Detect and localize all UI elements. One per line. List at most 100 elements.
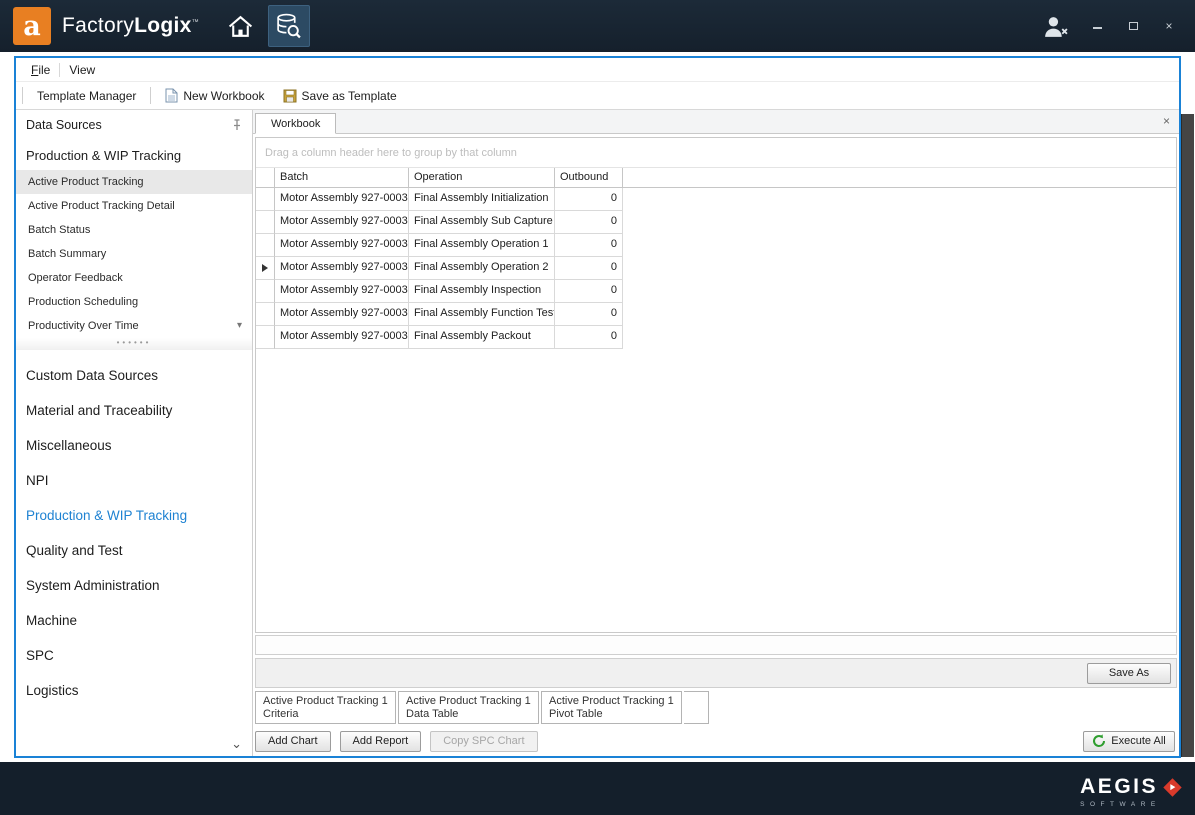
- row-indicator: [256, 257, 275, 280]
- section-machine[interactable]: Machine: [16, 603, 252, 638]
- sidebar-item-batch-status[interactable]: Batch Status: [16, 218, 252, 242]
- table-row[interactable]: Motor Assembly 927-0003 Final Assembly S…: [256, 211, 1176, 234]
- table-row[interactable]: Motor Assembly 927-0003 Final Assembly P…: [256, 326, 1176, 349]
- section-material-and-traceability[interactable]: Material and Traceability: [16, 393, 252, 428]
- cell-operation: Final Assembly Function Test: [409, 303, 555, 326]
- table-row[interactable]: Motor Assembly 927-0003 Final Assembly I…: [256, 280, 1176, 303]
- save-as-template-button[interactable]: Save as Template: [277, 86, 403, 106]
- new-workbook-label: New Workbook: [183, 89, 264, 103]
- aegis-brand-text: AEGIS: [1080, 775, 1158, 799]
- window-scrollbar[interactable]: [1181, 114, 1194, 757]
- add-chart-button[interactable]: Add Chart: [255, 731, 331, 752]
- tab-criteria[interactable]: Active Product Tracking 1 Criteria: [255, 691, 396, 724]
- sheet-tabs: Active Product Tracking 1 Criteria Activ…: [253, 688, 1179, 726]
- table-row[interactable]: Motor Assembly 927-0003 Final Assembly O…: [256, 234, 1176, 257]
- save-as-template-label: Save as Template: [302, 89, 397, 103]
- section-custom-data-sources[interactable]: Custom Data Sources: [16, 358, 252, 393]
- add-report-button[interactable]: Add Report: [340, 731, 422, 752]
- section-logistics[interactable]: Logistics: [16, 673, 252, 708]
- new-workbook-button[interactable]: New Workbook: [159, 85, 270, 106]
- toolbar-separator: [150, 87, 151, 104]
- expanded-section-title[interactable]: Production & WIP Tracking: [16, 140, 252, 170]
- row-indicator-header: [256, 168, 275, 187]
- sidebar-item-production-scheduling[interactable]: Production Scheduling: [16, 290, 252, 314]
- row-indicator: [256, 303, 275, 326]
- sidebar-item-label: Productivity Over Time: [28, 314, 139, 338]
- sidebar-resize-grip[interactable]: ••••••: [16, 338, 252, 350]
- chevron-down-icon[interactable]: ▾: [237, 314, 242, 338]
- row-indicator: [256, 326, 275, 349]
- user-logout-icon[interactable]: [1042, 15, 1069, 38]
- tab-close-icon[interactable]: ×: [1163, 114, 1170, 128]
- sidebar-scroll-chevron-icon[interactable]: ⌄: [231, 736, 242, 752]
- tab-line1: Active Product Tracking 1: [406, 695, 531, 708]
- cell-outbound: 0: [555, 303, 623, 326]
- cell-outbound: 0: [555, 280, 623, 303]
- cell-batch: Motor Assembly 927-0003: [275, 326, 409, 349]
- table-row[interactable]: Motor Assembly 927-0003 Final Assembly F…: [256, 303, 1176, 326]
- tab-workbook[interactable]: Workbook: [255, 113, 336, 134]
- section-production-wip-tracking[interactable]: Production & WIP Tracking: [16, 498, 252, 533]
- groupby-dropzone[interactable]: Drag a column header here to group by th…: [256, 138, 1176, 168]
- template-manager-label: Template Manager: [37, 89, 136, 103]
- section-quality-and-test[interactable]: Quality and Test: [16, 533, 252, 568]
- cell-batch: Motor Assembly 927-0003: [275, 234, 409, 257]
- table-row-active[interactable]: Motor Assembly 927-0003 Final Assembly O…: [256, 257, 1176, 280]
- execute-all-label: Execute All: [1111, 735, 1165, 747]
- titlebar-right-controls: ×: [1042, 15, 1177, 38]
- save-template-icon: [283, 89, 297, 103]
- sidebar-item-label: Batch Status: [28, 218, 90, 242]
- menu-view[interactable]: View: [60, 60, 104, 80]
- save-as-button[interactable]: Save As: [1087, 663, 1171, 684]
- row-indicator: [256, 211, 275, 234]
- cell-operation: Final Assembly Operation 1: [409, 234, 555, 257]
- row-indicator: [256, 280, 275, 303]
- active-row-arrow-icon: [262, 264, 268, 272]
- cell-operation: Final Assembly Sub Capture: [409, 211, 555, 234]
- brand-factory: Factory: [62, 14, 134, 37]
- data-sources-panel: Data Sources Production & WIP Tracking A…: [16, 110, 253, 756]
- bottom-button-bar: Add Chart Add Report Copy SPC Chart Exec…: [253, 726, 1179, 756]
- sidebar-item-operator-feedback[interactable]: Operator Feedback: [16, 266, 252, 290]
- workbook-tabstrip: Workbook ×: [253, 110, 1179, 134]
- brand-name: FactoryLogix™: [62, 14, 199, 38]
- section-miscellaneous[interactable]: Miscellaneous: [16, 428, 252, 463]
- maximize-button[interactable]: [1125, 19, 1141, 33]
- column-header-operation[interactable]: Operation: [409, 168, 555, 187]
- data-sources-header: Data Sources: [16, 110, 252, 140]
- pin-icon[interactable]: [231, 119, 243, 131]
- home-icon[interactable]: [227, 14, 254, 39]
- sidebar-item-batch-summary[interactable]: Batch Summary: [16, 242, 252, 266]
- horizontal-scrollbar-track[interactable]: [255, 635, 1177, 655]
- section-npi[interactable]: NPI: [16, 463, 252, 498]
- column-header-batch[interactable]: Batch: [275, 168, 409, 187]
- cell-outbound: 0: [555, 234, 623, 257]
- toolbar-separator: [22, 87, 23, 104]
- table-row[interactable]: Motor Assembly 927-0003 Final Assembly I…: [256, 188, 1176, 211]
- sidebar-item-active-product-tracking-detail[interactable]: Active Product Tracking Detail: [16, 194, 252, 218]
- execute-all-button[interactable]: Execute All: [1083, 731, 1175, 752]
- tab-data-table[interactable]: Active Product Tracking 1 Data Table: [398, 691, 539, 724]
- sidebar-item-label: Active Product Tracking: [28, 170, 144, 194]
- section-system-administration[interactable]: System Administration: [16, 568, 252, 603]
- toolbar: Template Manager New Workbook Save as Te…: [16, 82, 1179, 110]
- section-spc[interactable]: SPC: [16, 638, 252, 673]
- sidebar-item-productivity-over-time[interactable]: Productivity Over Time ▾: [16, 314, 252, 338]
- sidebar-item-active-product-tracking[interactable]: Active Product Tracking: [16, 170, 252, 194]
- cell-outbound: 0: [555, 257, 623, 280]
- copy-spc-chart-button: Copy SPC Chart: [430, 731, 537, 752]
- cell-outbound: 0: [555, 326, 623, 349]
- menu-file[interactable]: File: [22, 60, 59, 80]
- cell-batch: Motor Assembly 927-0003: [275, 280, 409, 303]
- cell-operation: Final Assembly Initialization: [409, 188, 555, 211]
- sidebar-item-label: Operator Feedback: [28, 266, 123, 290]
- template-manager-button[interactable]: Template Manager: [31, 86, 142, 106]
- data-analysis-icon[interactable]: [268, 5, 310, 47]
- save-as-bar: Save As: [255, 658, 1177, 688]
- close-button[interactable]: ×: [1161, 19, 1177, 33]
- minimize-button[interactable]: [1089, 19, 1105, 33]
- column-header-outbound[interactable]: Outbound: [555, 168, 623, 187]
- tab-pivot-table[interactable]: Active Product Tracking 1 Pivot Table: [541, 691, 682, 724]
- app-logo: a: [13, 7, 51, 45]
- aegis-logo: AEGIS SOFTWARE: [1080, 775, 1179, 808]
